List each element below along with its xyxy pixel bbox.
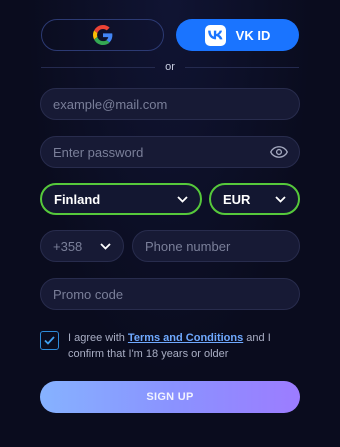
divider-line-right: [184, 66, 299, 68]
terms-text: I agree with Terms and Conditions and I …: [68, 330, 302, 362]
phone-code-value: +358: [53, 238, 83, 254]
google-icon: [92, 25, 112, 45]
currency-select[interactable]: EUR: [209, 183, 300, 215]
chevron-down-icon: [99, 240, 111, 252]
terms-agreement: I agree with Terms and Conditions and I …: [40, 330, 302, 362]
currency-value: EUR: [223, 191, 251, 207]
google-login-button[interactable]: [41, 19, 164, 51]
vk-icon: [204, 24, 226, 46]
phone-field-wrapper: [132, 230, 300, 262]
terms-checkbox[interactable]: [40, 331, 59, 350]
terms-text-before: I agree with: [68, 332, 128, 344]
vk-id-login-button[interactable]: VK ID: [176, 19, 299, 51]
checkmark-icon: [44, 336, 55, 345]
signup-form-page: VK ID or Finland EUR +358: [0, 0, 340, 447]
password-field-wrapper: [40, 136, 300, 168]
chevron-down-icon: [274, 193, 286, 205]
sign-up-button[interactable]: SIGN UP: [40, 381, 300, 413]
vk-id-label: VK ID: [235, 27, 271, 43]
email-field-wrapper: [40, 88, 300, 120]
country-value: Finland: [54, 191, 101, 207]
divider-line-left: [41, 66, 156, 68]
terms-link[interactable]: Terms and Conditions: [128, 332, 243, 344]
divider-text: or: [165, 61, 175, 73]
phone-number-field[interactable]: [145, 238, 287, 254]
social-login-row: VK ID: [41, 19, 299, 51]
eye-icon[interactable]: [270, 145, 288, 159]
phone-code-select[interactable]: +358: [40, 230, 124, 262]
country-select[interactable]: Finland: [40, 183, 202, 215]
chevron-down-icon: [176, 193, 188, 205]
password-field[interactable]: [53, 144, 287, 160]
promo-code-field[interactable]: [53, 286, 287, 302]
or-divider: or: [41, 60, 299, 74]
email-field[interactable]: [53, 96, 287, 112]
promo-field-wrapper: [40, 278, 300, 310]
